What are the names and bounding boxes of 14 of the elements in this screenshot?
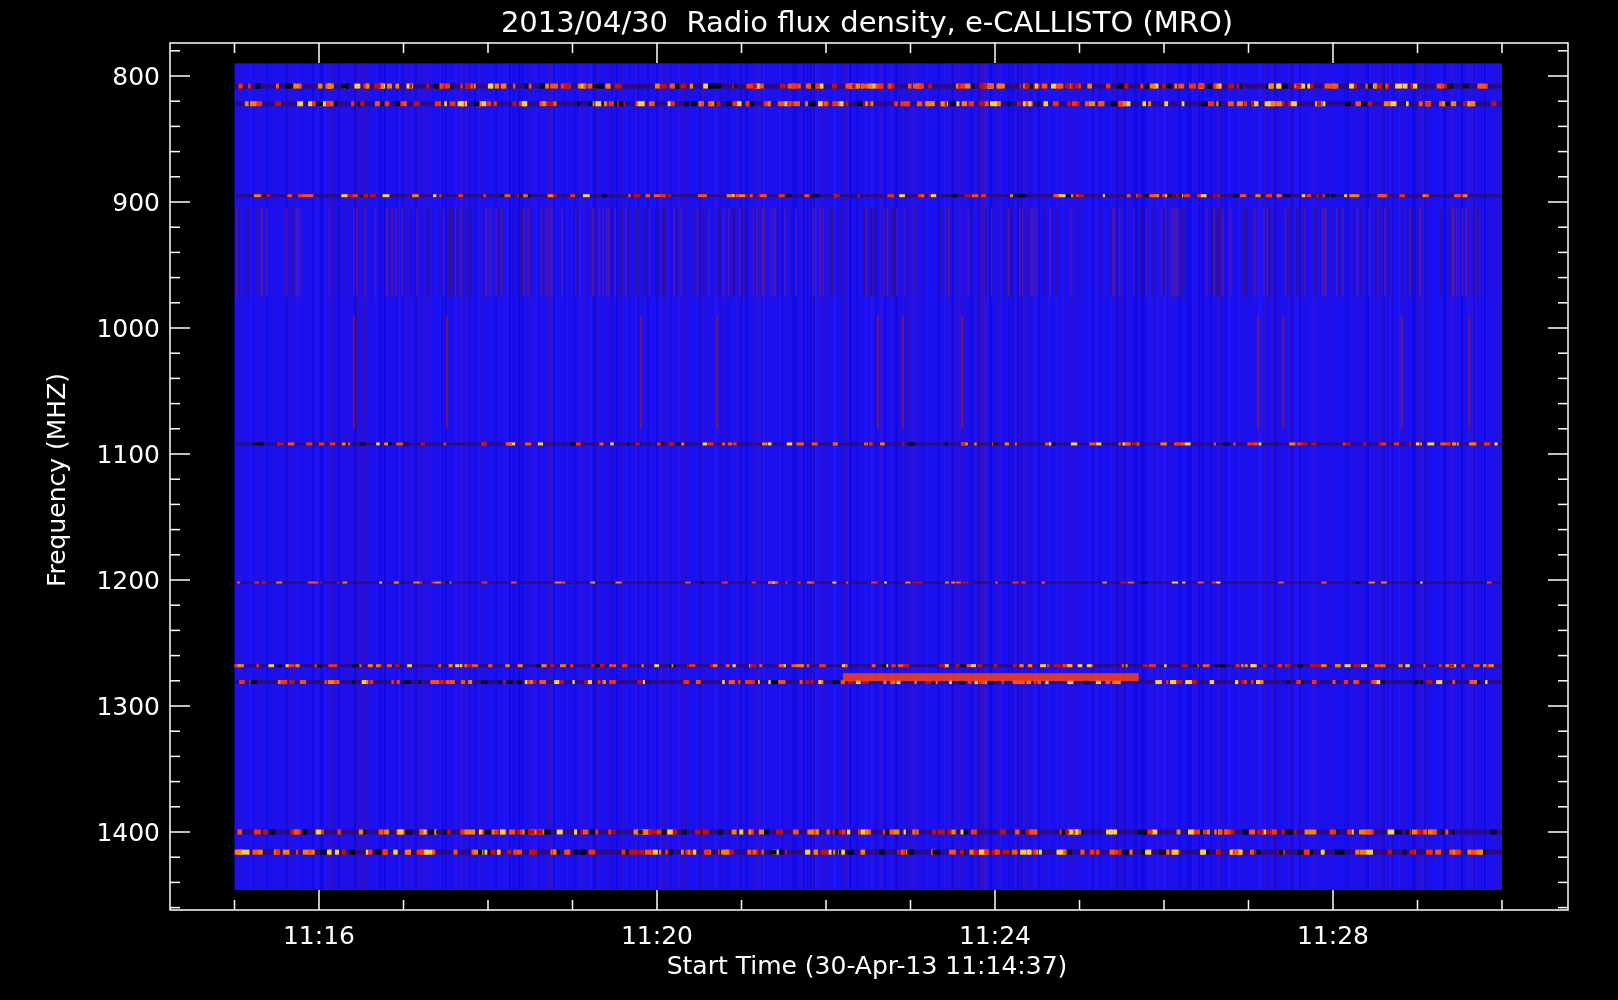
tick-label: 11:24 <box>959 921 1031 950</box>
tick-label: 1200 <box>96 566 160 595</box>
tick-label: 11:16 <box>283 921 355 950</box>
plot-title: 2013/04/30 Radio flux density, e-CALLISTO (MRO) <box>500 5 1234 39</box>
tick-label: 1000 <box>96 314 160 343</box>
axis-label: Start Time (30-Apr-13 11:14:37) <box>666 951 1068 980</box>
tick-label: 900 <box>112 188 160 217</box>
tick-label: 800 <box>112 62 160 91</box>
tick-label: 1400 <box>96 818 160 847</box>
tick-label: 1100 <box>96 440 160 469</box>
tick-label: 1300 <box>96 692 160 721</box>
axis-label: Frequency (MHZ) <box>42 372 71 588</box>
tick-label: 11:28 <box>1297 921 1369 950</box>
tick-label: 11:20 <box>621 921 693 950</box>
